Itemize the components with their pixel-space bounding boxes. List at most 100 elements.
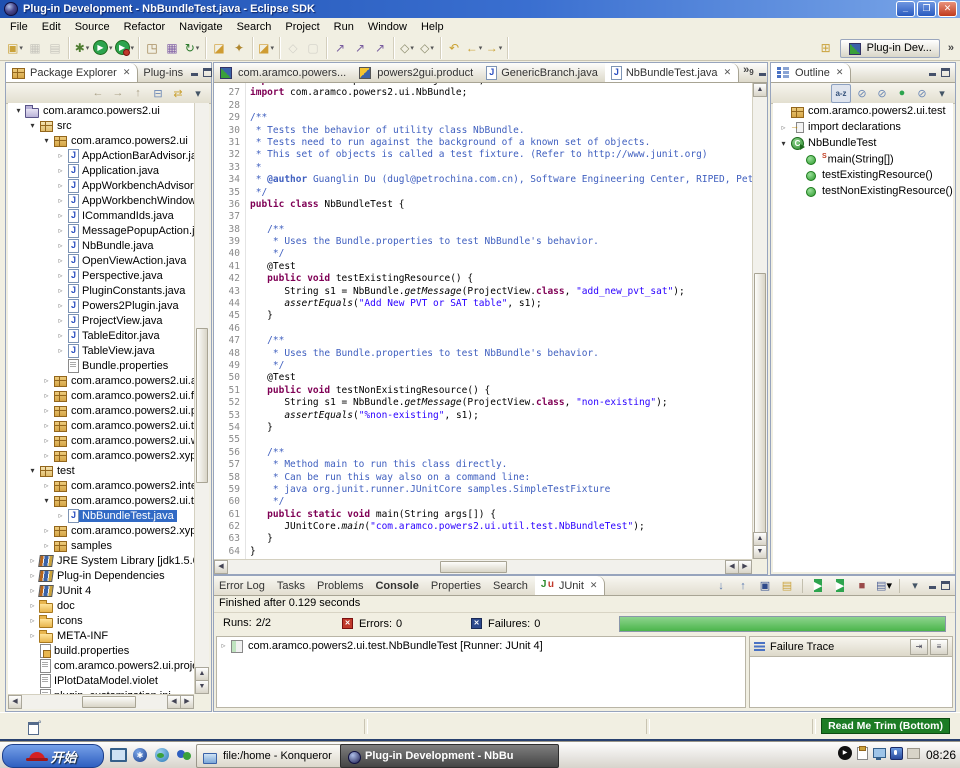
switch-editor-icon[interactable]: ↗ (371, 38, 389, 58)
expand-arrow-icon[interactable]: ▹ (40, 376, 53, 385)
minimize-view-icon[interactable] (928, 68, 937, 77)
expand-arrow-icon[interactable]: ▹ (54, 286, 67, 295)
perspective-plugin-dev[interactable]: Plug-in Dev... (840, 39, 940, 58)
compare-result-button[interactable]: ⇥ (910, 639, 928, 655)
collapse-arrow-icon[interactable]: ▾ (26, 121, 39, 130)
tree-item-com-aramco-powers2-ui-table[interactable]: ▹com.aramco.powers2.ui.table (8, 418, 194, 433)
expand-arrow-icon[interactable]: ▹ (54, 151, 67, 160)
display-tray-icon[interactable] (872, 746, 886, 760)
expand-arrow-icon[interactable]: ▹ (777, 123, 790, 132)
outline-tab-outline[interactable]: Outline✕ (771, 63, 851, 82)
expand-arrow-icon[interactable]: ▹ (40, 421, 53, 430)
back-history-icon[interactable]: ←▾ (465, 38, 483, 58)
tree-item-icons[interactable]: ▹icons (8, 613, 194, 628)
expand-arrow-icon[interactable]: ▹ (54, 511, 67, 520)
expand-arrow-icon[interactable]: ▹ (54, 226, 67, 235)
expand-arrow-icon[interactable]: ▹ (40, 526, 53, 535)
expand-arrow-icon[interactable]: ▹ (26, 571, 39, 580)
klipper-tray-icon[interactable] (855, 746, 869, 760)
tree-item-com-aramco-powers2-internal-ui[interactable]: ▹com.aramco.powers2.internal.ui. (8, 478, 194, 493)
expand-arrow-icon[interactable]: ▹ (54, 346, 67, 355)
stack-filter-button[interactable]: ≡ (930, 639, 948, 655)
code-editor[interactable]: 26import com.aramco.powers2.ui.ProjectVi… (214, 83, 752, 559)
hide-non-public-icon[interactable]: ● (893, 85, 911, 102)
expand-arrow-icon[interactable]: ▹ (40, 406, 53, 415)
menu-window[interactable]: Window (361, 20, 414, 34)
bottom-tab-console[interactable]: Console (370, 576, 425, 595)
minimize-bottom-view-icon[interactable] (928, 581, 937, 590)
view-menu-icon[interactable]: ▾ (189, 85, 207, 102)
menu-edit[interactable]: Edit (35, 20, 68, 34)
menu-project[interactable]: Project (278, 20, 326, 34)
previous-editor-icon[interactable]: ↗ (351, 38, 369, 58)
menu-search[interactable]: Search (230, 20, 279, 34)
next-editor-icon[interactable]: ↗ (331, 38, 349, 58)
new-wizard-icon[interactable]: ▣▾ (6, 38, 24, 58)
forward-history-icon[interactable]: →▾ (485, 38, 503, 58)
show-failures-only-icon[interactable]: ▣ (756, 577, 774, 594)
test-history-icon[interactable]: ▤▾ (875, 577, 893, 594)
tree-item-messagepopupaction-java[interactable]: ▹MessagePopupAction.java (8, 223, 194, 238)
collapse-arrow-icon[interactable]: ▾ (26, 466, 39, 475)
package-explorer-hscrollbar[interactable]: ◀ ◀ ▶ (8, 694, 194, 709)
expand-arrow-icon[interactable]: ▹ (54, 301, 67, 310)
pkg-tab-package-explorer[interactable]: Package Explorer✕ (6, 63, 138, 82)
tree-item-application-java[interactable]: ▹Application.java (8, 163, 194, 178)
minimize-view-icon[interactable] (190, 68, 199, 77)
expand-arrow-icon[interactable]: ▹ (54, 271, 67, 280)
tree-item-doc[interactable]: ▹doc (8, 598, 194, 613)
tree-item-powers2plugin-java[interactable]: ▹Powers2Plugin.java (8, 298, 194, 313)
export-plugin-icon[interactable]: ◳ (143, 38, 161, 58)
next-annotation-icon[interactable]: ◇▾ (398, 38, 416, 58)
synchronize-icon[interactable]: ↻▾ (183, 38, 201, 58)
minimize-editor-icon[interactable] (758, 68, 767, 77)
open-perspective-icon[interactable]: ⊞ (817, 39, 835, 57)
plugin-registry-icon[interactable]: ▦ (163, 38, 181, 58)
debug-icon[interactable]: ✱▾ (73, 38, 91, 58)
tree-item-com-aramco-powers2-ui-project-r[interactable]: ▹com.aramco.powers2.ui.project.r (8, 403, 194, 418)
view-menu-icon[interactable]: ▾ (933, 85, 951, 102)
expand-arrow-icon[interactable]: ▹ (26, 556, 39, 565)
tree-item-appactionbaradvisor-java[interactable]: ▹AppActionBarAdvisor.java (8, 148, 194, 163)
tree-item-appworkbenchwindowadvis[interactable]: ▹AppWorkbenchWindowAdvis (8, 193, 194, 208)
collapse-arrow-icon[interactable]: ▾ (12, 106, 25, 115)
tree-item-com-aramco-powers2-ui-wizards[interactable]: ▹com.aramco.powers2.ui.wizards (8, 433, 194, 448)
menu-file[interactable]: File (3, 20, 35, 34)
run-external-tools-icon[interactable]: ▶▾ (115, 38, 135, 58)
scroll-lock-icon[interactable]: ▤ (778, 577, 796, 594)
menu-help[interactable]: Help (414, 20, 451, 34)
view-menu-icon[interactable]: ▾ (906, 577, 924, 594)
close-outline-tab-icon[interactable]: ✕ (836, 67, 844, 78)
hide-local-types-icon[interactable]: ⊘ (913, 85, 931, 102)
back-icon[interactable]: ← (89, 85, 107, 102)
maximize-view-icon[interactable] (941, 68, 950, 77)
tree-item-com-aramco-powers2-ui-action[interactable]: ▹com.aramco.powers2.ui.action (8, 373, 194, 388)
maximize-bottom-view-icon[interactable] (941, 581, 950, 590)
previous-failure-icon[interactable]: ↑ (734, 577, 752, 594)
expand-arrow-icon[interactable]: ▹ (40, 391, 53, 400)
minimize-button[interactable]: _ (896, 1, 915, 17)
open-folder-icon[interactable]: ◪ (210, 38, 228, 58)
contacts-icon[interactable] (174, 745, 194, 765)
expand-arrow-icon[interactable]: ▹ (217, 641, 230, 650)
package-explorer-vscrollbar[interactable]: ▲ ▼ (194, 103, 209, 694)
expand-arrow-icon[interactable]: ▹ (26, 631, 39, 640)
task-button-plug-in-development-nbbu[interactable]: Plug-in Development - NbBu (340, 744, 559, 768)
tree-item-samples[interactable]: ▹samples (8, 538, 194, 553)
editor-tab-genericbranch-java[interactable]: GenericBranch.java (480, 63, 605, 82)
bottom-tab-junit[interactable]: JUnit✕ (535, 576, 606, 595)
tree-item-com-aramco-powers2-xyplot-data[interactable]: ▹com.aramco.powers2.xyplot.data (8, 523, 194, 538)
expand-arrow-icon[interactable]: ▹ (40, 481, 53, 490)
task-button-file-home-konqueror[interactable]: file:/home - Konqueror (196, 744, 350, 768)
tree-item-build-properties[interactable]: build.properties (8, 643, 194, 658)
close-pkg-tab-icon[interactable]: ✕ (123, 67, 131, 78)
konqueror-icon[interactable] (130, 745, 150, 765)
tree-item-pluginconstants-java[interactable]: ▹PluginConstants.java (8, 283, 194, 298)
editor-hscrollbar[interactable]: ◀ ◀ ▶ (214, 559, 752, 574)
collapse-arrow-icon[interactable]: ▾ (40, 136, 53, 145)
tree-item-meta-inf[interactable]: ▹META-INF (8, 628, 194, 643)
maximize-view-icon[interactable] (203, 68, 212, 77)
expand-arrow-icon[interactable]: ▹ (54, 211, 67, 220)
tree-item-com-aramco-powers2-ui-test[interactable]: ▾com.aramco.powers2.ui.test (8, 493, 194, 508)
junit-test-com-aramco-powers2-ui-test-nbbundletest-runner-junit-4[interactable]: ▹com.aramco.powers2.ui.test.NbBundleTest… (217, 637, 745, 654)
